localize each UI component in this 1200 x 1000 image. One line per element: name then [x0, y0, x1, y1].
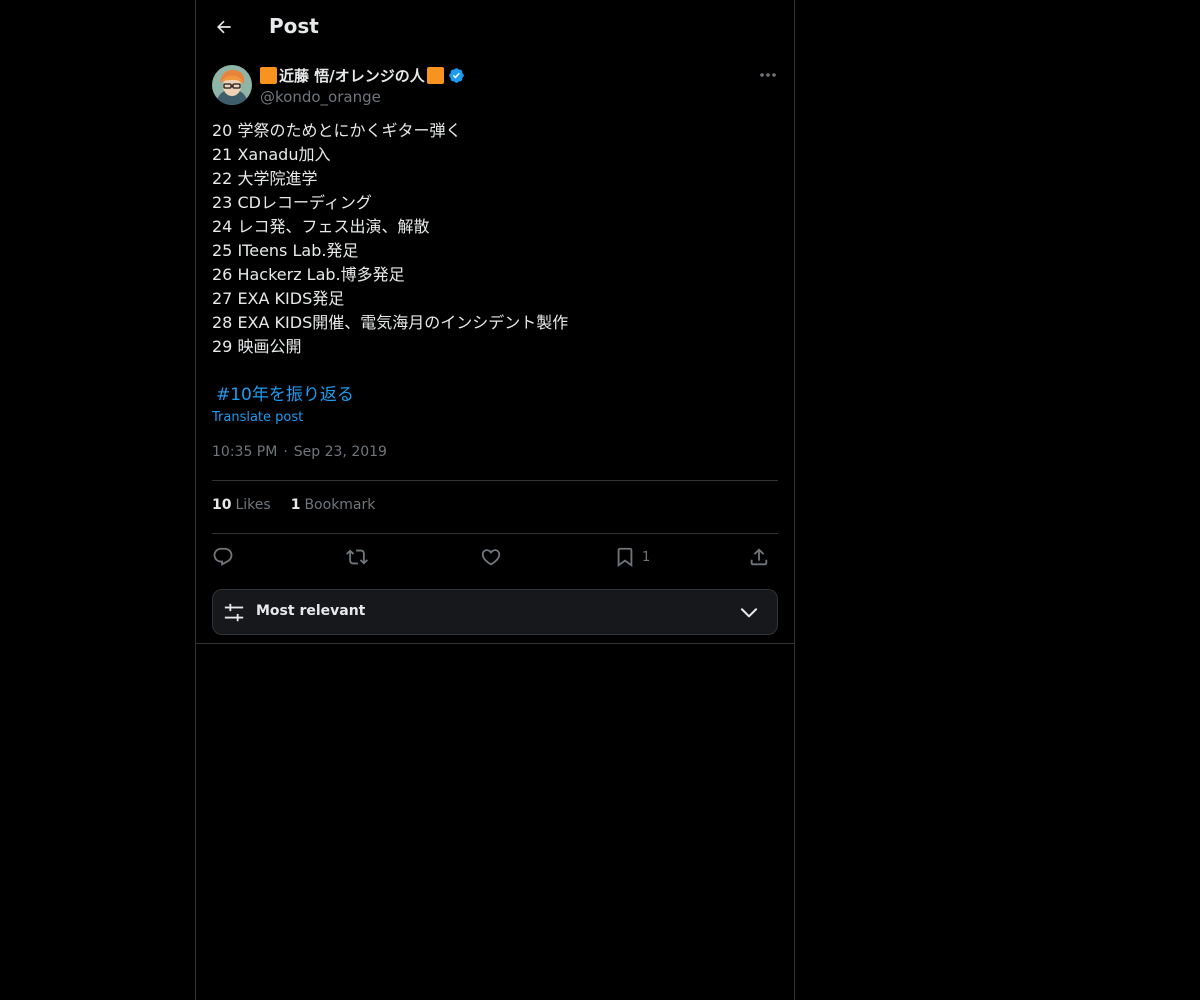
- translate-post-link[interactable]: Translate post: [212, 410, 303, 425]
- divider: [212, 533, 778, 534]
- repost-button[interactable]: [346, 543, 368, 571]
- bookmarks-label: Bookmark: [304, 497, 376, 513]
- repost-icon: [346, 549, 368, 565]
- sliders-icon: [224, 603, 244, 622]
- post-line: 24 レコ発、フェス出演、解散: [212, 217, 430, 236]
- user-handle[interactable]: @kondo_orange: [260, 88, 465, 106]
- avatar[interactable]: [212, 65, 252, 105]
- bookmarks-count: 1: [290, 497, 301, 513]
- post-line: 25 ITeens Lab.発足: [212, 241, 359, 260]
- likes-count: 10: [212, 497, 232, 513]
- post-line: 22 大学院進学: [212, 169, 318, 188]
- post-text: 20 学祭のためとにかくギター弾く 21 Xanadu加入 22 大学院進学 2…: [212, 119, 778, 359]
- post-line: 20 学祭のためとにかくギター弾く: [212, 121, 462, 140]
- display-name-row: 近藤 悟/オレンジの人: [260, 64, 465, 86]
- post-line: 26 Hackerz Lab.博多発足: [212, 265, 405, 284]
- sort-label: Most relevant: [256, 603, 366, 619]
- likes-stat[interactable]: 10 Likes: [212, 497, 271, 513]
- orange-square-icon: [426, 66, 444, 84]
- action-bar: 1: [212, 543, 778, 571]
- hashtag-link[interactable]: #10年を振り返る: [216, 383, 354, 407]
- more-options-button[interactable]: [756, 64, 780, 86]
- main-column: Post 近藤 悟/オレンジの人 @kondo_orange 20 学祭のためと…: [195, 0, 795, 1000]
- display-name[interactable]: 近藤 悟/オレンジの人: [279, 65, 425, 86]
- more-horizontal-icon: [760, 73, 776, 77]
- verified-badge-icon: [448, 67, 464, 83]
- section-divider: [196, 643, 794, 644]
- back-button[interactable]: [210, 13, 238, 41]
- engagement-stats: 10 Likes 1 Bookmark: [212, 497, 395, 513]
- arrow-left-icon: [217, 20, 231, 34]
- bookmark-icon: [617, 547, 633, 568]
- author-block: 近藤 悟/オレンジの人 @kondo_orange: [260, 64, 465, 106]
- post-line: 23 CDレコーディング: [212, 193, 372, 212]
- post-time[interactable]: 10:35 PM: [212, 444, 277, 460]
- page-header: Post: [196, 0, 794, 54]
- post-line: 29 映画公開: [212, 337, 302, 356]
- timestamp-row: 10:35 PM · Sep 23, 2019: [212, 444, 387, 460]
- like-button[interactable]: [480, 543, 502, 571]
- post-date[interactable]: Sep 23, 2019: [294, 444, 387, 460]
- reply-icon: [213, 547, 233, 566]
- timestamp-separator: ·: [283, 444, 288, 460]
- share-button[interactable]: [748, 543, 770, 571]
- page-title: Post: [269, 14, 319, 38]
- bookmarks-stat[interactable]: 1 Bookmark: [291, 497, 376, 513]
- post-line: 27 EXA KIDS発足: [212, 289, 345, 308]
- likes-label: Likes: [235, 497, 271, 513]
- chevron-down-icon: [740, 608, 758, 618]
- post-line: 28 EXA KIDS開催、電気海月のインシデント製作: [212, 313, 569, 332]
- bookmark-count: 1: [642, 549, 651, 565]
- reply-sort-dropdown[interactable]: Most relevant: [212, 589, 778, 635]
- avatar-illustration-icon: [212, 65, 252, 105]
- divider: [212, 480, 778, 481]
- post-line: 21 Xanadu加入: [212, 145, 331, 164]
- share-icon: [750, 548, 768, 566]
- bookmark-button[interactable]: 1: [614, 543, 650, 571]
- heart-icon: [481, 549, 501, 566]
- orange-square-icon: [260, 66, 277, 84]
- reply-button[interactable]: [212, 543, 234, 571]
